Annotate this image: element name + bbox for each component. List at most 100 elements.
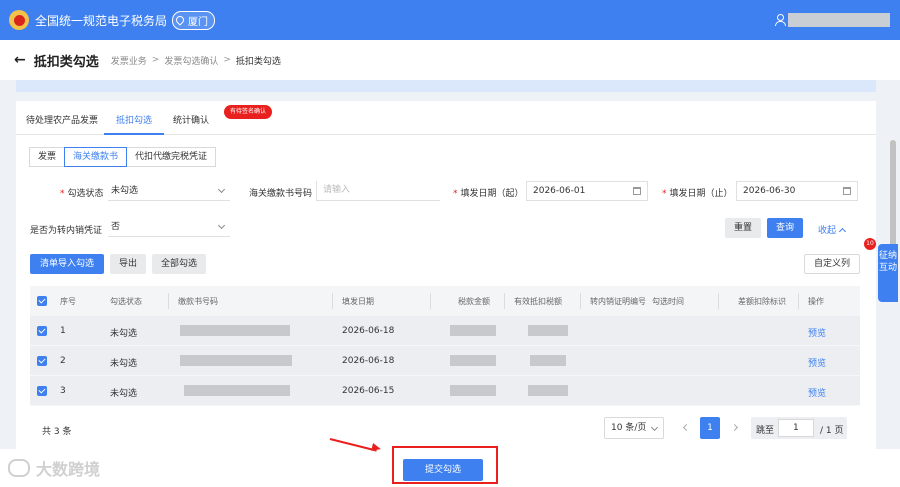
page-size-select[interactable]: 10 条/页 (604, 417, 664, 439)
row-checkbox[interactable] (37, 326, 47, 336)
row-status: 未勾选 (110, 329, 138, 339)
header-tax-amount: 税款金额 (458, 297, 490, 306)
bill-number-redacted (180, 355, 292, 366)
active-tab-indicator (104, 133, 164, 135)
scrollbar-thumb[interactable] (890, 140, 896, 258)
status-select[interactable]: 未勾选 (108, 181, 230, 201)
tax-interaction-float-button[interactable]: 征纳互动 (878, 244, 898, 302)
page-number-current[interactable]: 1 (700, 417, 720, 439)
row-seq: 1 (60, 326, 66, 336)
table-row: 1 未勾选 2026-06-18 预览 (30, 316, 860, 346)
bill-number-redacted (184, 385, 290, 396)
row-issue-date: 2026-06-15 (342, 386, 395, 396)
header-action: 操作 (808, 297, 824, 306)
sub-tab-group: 发票 海关缴款书 代扣代缴完税凭证 (29, 147, 217, 167)
deduction-amount-redacted (530, 355, 566, 366)
import-select-button[interactable]: 清单导入勾选 (30, 254, 104, 274)
subtab-invoice[interactable]: 发票 (29, 147, 66, 167)
total-pages: / 1 页 (820, 426, 844, 436)
table-row: 3 未勾选 2026-06-15 预览 (30, 376, 860, 406)
main-card: 待处理农产品发票 抵扣勾选 统计确认 有待签名确认 发票 海关缴款书 代扣代缴完… (16, 101, 876, 449)
deduction-amount-redacted (528, 325, 568, 336)
page-title: 抵扣类勾选 (33, 54, 99, 70)
tax-amount-redacted (450, 325, 496, 336)
city-label: 厦门 (188, 16, 209, 28)
bill-number-label: 海关缴款书号码 (249, 189, 313, 199)
row-status: 未勾选 (110, 389, 138, 399)
user-name-redacted (788, 13, 890, 27)
export-button[interactable]: 导出 (110, 254, 146, 274)
preview-link[interactable]: 预览 (808, 356, 826, 369)
jump-page-input[interactable]: 1 (778, 419, 814, 437)
preview-link[interactable]: 预览 (808, 326, 826, 339)
header-select-time: 勾选时间 (652, 297, 684, 306)
row-checkbox[interactable] (37, 356, 47, 366)
tab-statistics-confirm[interactable]: 统计确认 (173, 113, 209, 126)
collapse-toggle[interactable]: 收起 (818, 223, 847, 236)
breadcrumb: 发票业务 > 发票勾选确认 > 抵扣类勾选 (111, 54, 281, 67)
date-start-label: * 填发日期（起） (453, 189, 524, 199)
prev-page-icon[interactable] (682, 423, 691, 432)
status-filter-label: * 勾选状态 (60, 189, 104, 199)
breadcrumb-item[interactable]: 发票勾选确认 (164, 54, 218, 67)
date-start-input[interactable]: 2026-06-01 (526, 181, 648, 201)
calendar-icon (633, 187, 641, 195)
breadcrumb-separator: > (151, 55, 160, 65)
subtab-withholding-certificate[interactable]: 代扣代缴完税凭证 (126, 147, 217, 167)
date-end-label: * 填发日期（止） (662, 189, 733, 199)
date-end-input[interactable]: 2026-06-30 (736, 181, 858, 201)
header-bill-number: 缴款书号码 (178, 297, 218, 306)
custom-columns-button[interactable]: 自定义列 (804, 254, 860, 274)
header-diff-deduction-flag: 差额扣除标识 (738, 297, 786, 306)
table-row: 2 未勾选 2026-06-18 预览 (30, 346, 860, 376)
tab-bar: 待处理农产品发票 抵扣勾选 统计确认 有待签名确认 (16, 101, 876, 135)
chevron-down-icon (217, 221, 226, 230)
header-transfer-cert-no: 转内销证明编号 (590, 297, 646, 306)
select-all-checkbox[interactable] (37, 296, 47, 306)
query-button[interactable]: 查询 (767, 218, 803, 238)
breadcrumb-current: 抵扣类勾选 (235, 56, 281, 67)
tax-amount-redacted (450, 385, 496, 396)
top-bar: 全国统一规范电子税务局 厦门 (0, 0, 900, 40)
page-header: ← 抵扣类勾选 发票业务 > 发票勾选确认 > 抵扣类勾选 (0, 40, 900, 80)
bill-number-redacted (180, 325, 290, 336)
watermark: 大数跨境 (8, 456, 100, 480)
chevron-down-icon (650, 423, 659, 432)
select-all-button[interactable]: 全部勾选 (152, 254, 206, 274)
preview-link[interactable]: 预览 (808, 386, 826, 399)
pending-sign-badge: 有待签名确认 (224, 105, 273, 119)
notice-banner (16, 80, 876, 92)
message-count-badge: 10 (864, 238, 876, 250)
tab-deduction-selection[interactable]: 抵扣勾选 (116, 113, 152, 126)
user-menu[interactable] (775, 13, 890, 27)
tax-amount-redacted (450, 355, 496, 366)
back-arrow-icon[interactable]: ← (14, 52, 26, 68)
chevron-up-icon (838, 227, 847, 236)
tax-emblem-icon (9, 10, 29, 30)
calendar-icon (843, 187, 851, 195)
table-header: 序号 勾选状态 缴款书号码 填发日期 税款金额 有效抵扣税额 转内销证明编号 勾… (30, 286, 860, 316)
row-issue-date: 2026-06-18 (342, 356, 395, 366)
user-icon (775, 14, 786, 26)
chevron-down-icon (217, 185, 226, 194)
breadcrumb-item[interactable]: 发票业务 (111, 54, 147, 67)
header-seq: 序号 (60, 297, 76, 306)
next-page-icon[interactable] (730, 423, 739, 432)
row-checkbox[interactable] (37, 386, 47, 396)
header-effective-deduction: 有效抵扣税额 (514, 297, 562, 306)
transfer-voucher-label: 是否为转内销凭证 (30, 226, 103, 236)
transfer-voucher-select[interactable]: 否 (108, 217, 230, 237)
jump-label: 跳至 (756, 426, 775, 436)
city-switch-button[interactable]: 厦门 (172, 10, 216, 30)
tab-agricultural-invoices[interactable]: 待处理农产品发票 (26, 113, 98, 126)
brand-title: 全国统一规范电子税务局 (35, 13, 168, 28)
subtab-customs-bill[interactable]: 海关缴款书 (64, 147, 128, 167)
total-count: 共 3 条 (42, 427, 72, 437)
bill-number-input[interactable]: 请输入 (316, 181, 440, 201)
row-issue-date: 2026-06-18 (342, 326, 395, 336)
header-issue-date: 填发日期 (342, 297, 374, 306)
row-seq: 3 (60, 386, 66, 396)
breadcrumb-separator: > (223, 55, 231, 65)
reset-button[interactable]: 重置 (725, 218, 761, 238)
row-status: 未勾选 (110, 359, 138, 369)
